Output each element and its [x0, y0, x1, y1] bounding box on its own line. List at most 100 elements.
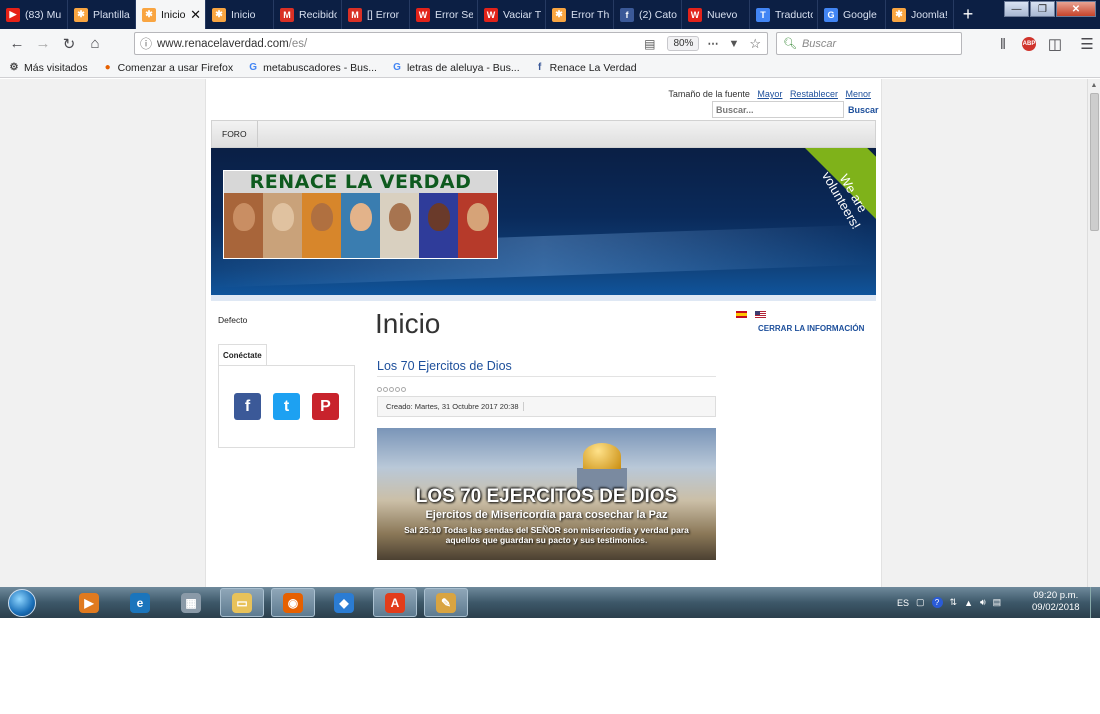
bookmarks-toolbar: ⚙ Más visitados ● Comenzar a usar Firefox Gm…	[0, 58, 1100, 78]
pdf-app-glyph: A	[385, 592, 405, 613]
settings-app-icon[interactable]: ◆	[322, 588, 366, 617]
paint-glyph: ✎	[436, 592, 456, 613]
site-info-icon[interactable]: ⓘ	[135, 35, 157, 52]
font-size-bigger-link[interactable]: Mayor	[757, 89, 782, 99]
pinterest-icon[interactable]: P	[312, 393, 339, 420]
language-switcher	[736, 311, 876, 318]
browser-tab[interactable]: W Nuevo	[682, 0, 750, 29]
volume-icon[interactable]: 🔊︎	[980, 597, 986, 608]
adblock-icon[interactable]: ABP	[1016, 32, 1042, 56]
back-icon[interactable]: ←	[4, 32, 30, 56]
pdf-tray-icon[interactable]: ▢	[916, 597, 925, 608]
file-explorer-glyph: ▭	[232, 592, 252, 613]
browser-tab[interactable]: ▶ (83) Mu	[0, 0, 68, 29]
browser-tab[interactable]: T Traducto	[750, 0, 818, 29]
article-image[interactable]: LOS 70 EJERCITOS DE DIOS Ejercitos de Mi…	[377, 428, 716, 560]
portrait-1	[224, 193, 263, 258]
page-scrollbar[interactable]: ▲	[1087, 79, 1100, 587]
sidebar-icon[interactable]: ◫	[1042, 32, 1068, 56]
bookmark-star-icon[interactable]: ☆	[749, 36, 761, 52]
browser-tab[interactable]: M Recibido	[274, 0, 342, 29]
scroll-thumb[interactable]	[1090, 93, 1099, 231]
forward-icon[interactable]: →	[30, 32, 56, 56]
browser-tab[interactable]: ✱ Plantilla	[68, 0, 136, 29]
browser-tab[interactable]: W Vaciar T	[478, 0, 546, 29]
rating-stars[interactable]	[377, 387, 716, 392]
portrait-2	[263, 193, 302, 258]
file-explorer-icon[interactable]: ▭	[220, 588, 264, 617]
signal-icon[interactable]: ▤	[993, 597, 1002, 608]
bookmark-item[interactable]: ● Comenzar a usar Firefox	[102, 62, 234, 74]
close-info-link[interactable]: CERRAR LA INFORMACIÓN	[758, 324, 876, 333]
browser-tab[interactable]: ✱ Inicio ✕	[136, 0, 206, 29]
browser-tab[interactable]: f (2) Cato	[614, 0, 682, 29]
zoom-level-badge[interactable]: 80%	[667, 36, 700, 51]
page-viewport: Tamaño de la fuente Mayor Restablecer Me…	[0, 79, 1087, 587]
spanish-flag-icon[interactable]	[736, 311, 747, 318]
tab-title: Joomla!	[911, 8, 948, 21]
new-tab-icon[interactable]: +	[954, 0, 982, 29]
site-search-button[interactable]: Buscar	[844, 101, 883, 119]
close-window-icon[interactable]: ✕	[1056, 1, 1096, 17]
window-controls: — ❐ ✕	[1003, 1, 1096, 17]
bookmark-item[interactable]: Gmetabuscadores - Bus...	[247, 62, 377, 74]
show-desktop-button[interactable]	[1090, 587, 1100, 618]
reader-view-icon[interactable]: ▤	[644, 37, 655, 51]
browser-tab[interactable]: G Google	[818, 0, 886, 29]
menu-icon[interactable]: ☰	[1074, 32, 1100, 56]
gmail-icon: M	[348, 7, 362, 22]
media-player-icon[interactable]: ▶	[67, 588, 111, 617]
url-text[interactable]: www.renacelaverdad.com/es/	[157, 38, 307, 50]
taskbar-clock[interactable]: 09:20 p.m. 09/02/2018	[1032, 590, 1080, 614]
browser-tab[interactable]: M [] Error	[342, 0, 410, 29]
show-hidden-icons[interactable]: ▲	[964, 598, 973, 608]
page-title: Inicio	[375, 308, 441, 339]
internet-explorer-icon[interactable]: e	[118, 588, 162, 617]
article-title-link[interactable]: Los 70 Ejercitos de Dios	[377, 359, 716, 377]
site-logo[interactable]: RENACE LA VERDAD	[223, 170, 498, 259]
bookmark-item[interactable]: Gletras de aleluya - Bus...	[391, 62, 520, 74]
media-player-glyph: ▶	[79, 592, 99, 613]
english-flag-icon[interactable]	[755, 311, 766, 318]
search-input[interactable]: 🔍︎ Buscar	[776, 32, 962, 55]
browser-tab[interactable]: ✱ Joomla!	[886, 0, 954, 29]
tab-title: Inicio	[161, 8, 186, 21]
twitter-icon[interactable]: t	[273, 393, 300, 420]
settings-app-glyph: ◆	[334, 592, 354, 613]
facebook-icon[interactable]: f	[234, 393, 261, 420]
close-tab-icon[interactable]: ✕	[186, 7, 201, 23]
pdf-app-icon[interactable]: A	[373, 588, 417, 617]
font-size-label: Tamaño de la fuente	[668, 89, 750, 99]
bookmark-item[interactable]: f Renace La Verdad	[534, 62, 637, 74]
reload-icon[interactable]: ↻	[56, 32, 82, 56]
network-tray-icon[interactable]: ⇅	[950, 597, 958, 608]
firefox-glyph: ◉	[283, 592, 303, 613]
browser-tab[interactable]: ✱ Error Th	[546, 0, 614, 29]
main-content: Inicio Los 70 Ejercitos de Dios Creado: …	[375, 308, 716, 560]
font-size-smaller-link[interactable]: Menor	[845, 89, 871, 99]
address-bar[interactable]: ⓘ www.renacelaverdad.com/es/ ▤ 80% ⋯ ▼ ☆	[134, 32, 768, 55]
page-actions-icon[interactable]: ⋯	[707, 37, 718, 50]
tab-title: Traducto	[775, 8, 813, 21]
site-search-input[interactable]: Buscar...	[712, 101, 844, 118]
language-indicator[interactable]: ES	[897, 598, 909, 608]
font-size-reset-link[interactable]: Restablecer	[790, 89, 838, 99]
image-title: LOS 70 EJERCITOS DE DIOS	[415, 486, 678, 507]
start-button[interactable]	[4, 587, 40, 618]
browser-tab[interactable]: W Error Se	[410, 0, 478, 29]
bookmark-item[interactable]: ⚙ Más visitados	[8, 62, 88, 74]
home-icon[interactable]: ⌂	[82, 32, 108, 56]
menu-item[interactable]: FORO	[212, 121, 258, 147]
calculator-icon[interactable]: ▦	[169, 588, 213, 617]
restore-icon[interactable]: ❐	[1030, 1, 1055, 17]
help-tray-icon[interactable]: ?	[931, 597, 943, 608]
browser-tab[interactable]: ✱ Inicio	[206, 0, 274, 29]
connect-tab[interactable]: Conéctate	[218, 344, 267, 365]
windows-taskbar: ▶ e ▦ ▭ ◉ ◆ A ✎ ES ▢ ? ⇅ ▲ 🔊︎ ▤ 09:20 p.m. 09/0…	[0, 587, 1100, 618]
scroll-up-icon[interactable]: ▲	[1088, 79, 1100, 92]
minimize-icon[interactable]: —	[1004, 1, 1029, 17]
library-icon[interactable]: ‖	[990, 32, 1016, 56]
paint-icon[interactable]: ✎	[424, 588, 468, 617]
pocket-icon[interactable]: ▼	[728, 38, 739, 50]
firefox-icon[interactable]: ◉	[271, 588, 315, 617]
